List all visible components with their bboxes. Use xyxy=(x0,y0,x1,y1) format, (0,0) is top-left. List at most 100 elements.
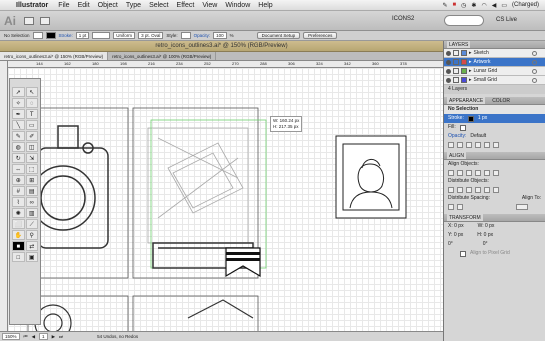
swap-colors-icon[interactable]: ⇄ xyxy=(25,241,38,251)
spacing-horizontal-icon[interactable] xyxy=(457,204,463,210)
appearance-stroke-value[interactable]: 1 px xyxy=(478,114,487,123)
battery-icon[interactable]: ▭ xyxy=(501,2,507,9)
artboard-number-field[interactable]: 1 xyxy=(39,333,48,340)
transform-x-field[interactable]: X: 0 px xyxy=(448,222,464,231)
transform-h-field[interactable]: H: 0 px xyxy=(477,231,493,240)
menu-select[interactable]: Select xyxy=(149,2,168,9)
blob-brush-tool-icon[interactable]: ◍ xyxy=(12,142,25,152)
symbol-sprayer-tool-icon[interactable]: ✺ xyxy=(12,208,25,218)
pencil-icon[interactable]: ✎ xyxy=(443,2,448,9)
target-circle-icon[interactable] xyxy=(532,68,537,74)
distribute-top-icon[interactable] xyxy=(448,187,454,193)
blend-tool-icon[interactable]: ∞ xyxy=(25,197,38,207)
hand-tool-icon[interactable]: ✋ xyxy=(12,230,25,240)
menu-type[interactable]: Type xyxy=(126,2,141,9)
target-circle-icon[interactable] xyxy=(532,59,537,65)
fx-icon[interactable] xyxy=(466,142,472,148)
free-transform-tool-icon[interactable]: ⬚ xyxy=(25,164,38,174)
lock-toggle[interactable] xyxy=(453,77,459,83)
stroke-weight-field[interactable]: 1 pt xyxy=(75,32,90,39)
fill-color-swatch[interactable] xyxy=(459,124,466,131)
align-pixel-grid-checkbox[interactable] xyxy=(460,250,466,257)
align-hcenter-icon[interactable] xyxy=(457,170,463,176)
preferences-button[interactable]: Preferences xyxy=(303,32,338,39)
cs-live-button[interactable]: CS Live xyxy=(496,17,517,23)
distribute-left-icon[interactable] xyxy=(475,187,481,193)
transform-tab[interactable]: TRANSFORM xyxy=(447,214,483,221)
workspace-switcher[interactable]: ICONS2 xyxy=(392,16,414,22)
color-tab[interactable]: COLOR xyxy=(490,97,512,104)
screen-mode-icon[interactable]: ▣ xyxy=(25,252,38,262)
transform-w-field[interactable]: W: 0 px xyxy=(478,222,495,231)
align-tab[interactable]: ALIGN xyxy=(447,152,467,159)
direct-selection-tool-icon[interactable]: ↖ xyxy=(25,87,38,97)
lock-toggle[interactable] xyxy=(453,68,459,74)
menu-help[interactable]: Help xyxy=(258,2,272,9)
menu-edit[interactable]: Edit xyxy=(78,2,90,9)
align-to-select[interactable] xyxy=(516,204,528,210)
paintbrush-tool-icon[interactable]: ✎ xyxy=(12,131,25,141)
menu-object[interactable]: Object xyxy=(98,2,118,9)
distribute-bottom-icon[interactable] xyxy=(466,187,472,193)
gradient-tool-icon[interactable]: ▤ xyxy=(25,186,38,196)
stroke-color-swatch[interactable] xyxy=(467,115,474,122)
layers-tab[interactable]: LAYERS xyxy=(447,41,471,48)
menu-window[interactable]: Window xyxy=(225,2,250,9)
perspective-grid-tool-icon[interactable]: ⊞ xyxy=(25,175,38,185)
eraser-tool-icon[interactable]: ◫ xyxy=(25,142,38,152)
duplicate-item-icon[interactable] xyxy=(484,142,490,148)
bridge-icon[interactable] xyxy=(24,16,34,25)
shape-builder-tool-icon[interactable]: ⊕ xyxy=(12,175,25,185)
lasso-tool-icon[interactable]: ◌ xyxy=(25,98,38,108)
mesh-tool-icon[interactable]: # xyxy=(12,186,25,196)
zoom-tool-icon[interactable]: ⚲ xyxy=(25,230,38,240)
selection-tool-icon[interactable]: ➚ xyxy=(12,87,25,97)
pen-tool-icon[interactable]: ✒ xyxy=(12,109,25,119)
artboard-tool-icon[interactable]: ⬜ xyxy=(12,219,25,229)
visibility-eye-icon[interactable] xyxy=(446,77,451,83)
arrange-documents-icon[interactable] xyxy=(40,16,50,25)
style-select[interactable] xyxy=(180,32,191,39)
visibility-eye-icon[interactable] xyxy=(446,68,451,74)
rotate-tool-icon[interactable]: ↻ xyxy=(12,153,25,163)
lock-toggle[interactable] xyxy=(453,50,459,56)
menu-effect[interactable]: Effect xyxy=(177,2,195,9)
first-artboard-icon[interactable]: ⏮ xyxy=(24,334,28,339)
target-circle-icon[interactable] xyxy=(532,50,537,56)
pencil-tool-icon[interactable]: ✐ xyxy=(25,131,38,141)
menu-view[interactable]: View xyxy=(202,2,217,9)
expand-triangle-icon[interactable]: ▸ xyxy=(469,58,472,67)
align-right-icon[interactable] xyxy=(466,170,472,176)
fill-stroke-swatch[interactable]: ■ xyxy=(12,241,25,251)
clear-appearance-icon[interactable] xyxy=(475,142,481,148)
width-tool-icon[interactable]: ⇔ xyxy=(12,164,25,174)
align-bottom-icon[interactable] xyxy=(493,170,499,176)
brush-select[interactable]: 3 pt. Oval xyxy=(138,32,164,39)
transform-y-field[interactable]: Y: 0 px xyxy=(448,231,463,240)
appearance-fill-row[interactable]: Fill: xyxy=(444,123,545,132)
appearance-opacity-row[interactable]: Opacity: Default xyxy=(444,132,545,141)
app-menu[interactable]: Illustrator xyxy=(16,2,48,9)
next-artboard-icon[interactable]: ▶ xyxy=(52,334,55,340)
vertical-ruler[interactable] xyxy=(0,61,8,331)
artboard-canvas[interactable]: W: 160.24 px H: 217.35 px xyxy=(8,68,443,331)
spacing-vertical-icon[interactable] xyxy=(448,204,454,210)
tab-document-2[interactable]: retro_icons_outlines3.ai* @ 100% (RGB/Pr… xyxy=(108,52,217,60)
expand-triangle-icon[interactable]: ▸ xyxy=(469,76,472,85)
lock-toggle[interactable] xyxy=(453,59,459,65)
transform-angle-field[interactable]: 0° xyxy=(448,240,453,249)
eyedropper-tool-icon[interactable]: ⌇ xyxy=(12,197,25,207)
distribute-hcenter-icon[interactable] xyxy=(484,187,490,193)
volume-icon[interactable]: ◀ xyxy=(492,2,497,9)
color-mode-icon[interactable]: □ xyxy=(12,252,25,262)
trash-icon[interactable] xyxy=(493,142,499,148)
search-input[interactable] xyxy=(444,15,484,26)
line-tool-icon[interactable]: ╲ xyxy=(12,120,25,130)
prev-artboard-icon[interactable]: ◀ xyxy=(32,334,35,340)
add-fill-icon[interactable] xyxy=(457,142,463,148)
slice-tool-icon[interactable]: ⟋ xyxy=(25,219,38,229)
bluetooth-icon[interactable]: ✱ xyxy=(471,2,476,9)
wifi-icon[interactable]: ◠ xyxy=(481,2,486,9)
tab-document-1[interactable]: retro_icons_outlines3.ai* @ 150% (RGB/Pr… xyxy=(0,52,109,60)
stroke-swatch[interactable] xyxy=(45,32,56,39)
